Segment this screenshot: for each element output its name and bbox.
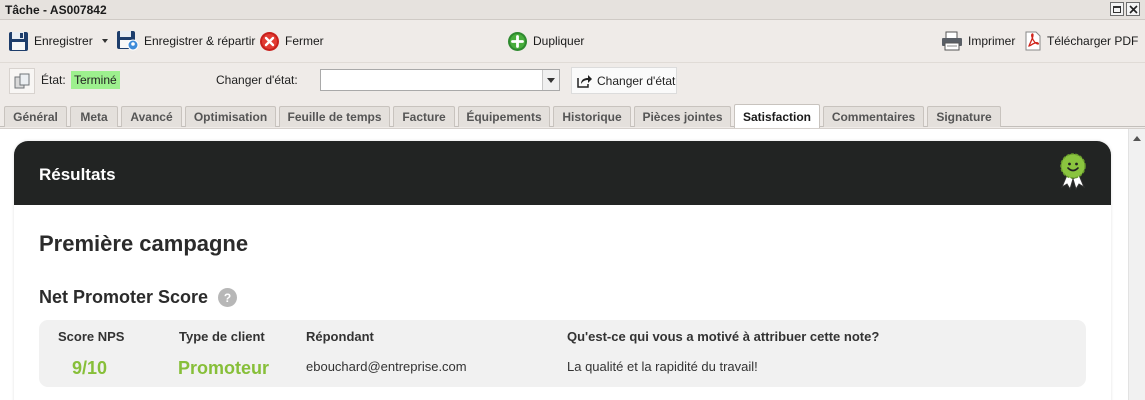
- print-label: Imprimer: [968, 34, 1016, 48]
- tab-pieces-jointes[interactable]: Pièces jointes: [634, 106, 731, 127]
- tab-avance[interactable]: Avancé: [121, 106, 182, 127]
- change-state-button[interactable]: Changer d'état: [571, 67, 677, 94]
- state-value-badge: Terminé: [71, 71, 120, 89]
- save-button[interactable]: Enregistrer: [8, 30, 108, 52]
- tab-historique[interactable]: Historique: [553, 106, 631, 127]
- tab-commentaires[interactable]: Commentaires: [823, 106, 924, 127]
- red-x-circle-icon: [260, 31, 279, 51]
- state-label: État:: [41, 73, 66, 87]
- status-action-button[interactable]: [9, 68, 35, 94]
- nps-results-table: Score NPS Type de client Répondant Qu'es…: [39, 320, 1086, 387]
- duplicate-label: Dupliquer: [533, 34, 585, 48]
- restore-icon: [1113, 5, 1121, 13]
- tab-label: Avancé: [130, 110, 173, 124]
- green-plus-circle-icon: [508, 31, 527, 51]
- share-arrow-icon: [577, 74, 592, 88]
- change-state-label: Changer d'état:: [216, 73, 298, 87]
- tab-optimisation[interactable]: Optimisation: [185, 106, 276, 127]
- select-arrow[interactable]: [542, 70, 559, 90]
- scroll-up-icon[interactable]: [1133, 136, 1141, 141]
- window-title: Tâche - AS007842: [5, 3, 107, 17]
- campaign-title: Première campagne: [39, 231, 249, 256]
- tab-label: Général: [13, 110, 58, 124]
- printer-icon: [942, 31, 962, 51]
- status-row: État: Terminé Changer d'état: Changer d'…: [0, 62, 1145, 98]
- change-state-select[interactable]: [320, 69, 560, 91]
- tab-signature[interactable]: Signature: [927, 106, 1001, 127]
- tab-label: Historique: [562, 110, 622, 124]
- chevron-down-icon[interactable]: [101, 39, 108, 43]
- tab-label: Équipements: [466, 110, 542, 124]
- smiley-award-icon: [1060, 153, 1086, 191]
- save-dispatch-button[interactable]: Enregistrer & répartir: [116, 30, 255, 52]
- save-label: Enregistrer: [34, 34, 93, 48]
- close-button[interactable]: Fermer: [259, 30, 324, 52]
- column-header-client-type: Type de client: [179, 329, 265, 344]
- print-button[interactable]: Imprimer: [941, 30, 1015, 52]
- help-icon[interactable]: ?: [218, 288, 238, 307]
- tab-label: Signature: [936, 110, 992, 124]
- pdf-button[interactable]: Télécharger PDF: [1024, 30, 1138, 52]
- tab-label: Commentaires: [831, 110, 916, 124]
- tab-label: Optimisation: [193, 110, 268, 124]
- tab-equipements[interactable]: Équipements: [458, 106, 550, 127]
- results-header: Résultats: [14, 141, 1111, 205]
- tab-label: Pièces jointes: [642, 110, 723, 124]
- close-label: Fermer: [285, 34, 324, 48]
- nps-score-value: 9/10: [72, 358, 108, 378]
- answer-value: La qualité et la rapidité du travail!: [567, 359, 758, 374]
- tab-feuille-de-temps[interactable]: Feuille de temps: [279, 106, 390, 127]
- save-dispatch-label: Enregistrer & répartir: [144, 34, 256, 48]
- client-type-value: Promoteur: [178, 358, 270, 378]
- tab-meta[interactable]: Meta: [70, 106, 118, 127]
- tab-label: Feuille de temps: [287, 110, 382, 124]
- column-header-respondent: Répondant: [306, 329, 374, 344]
- close-icon: [1128, 4, 1138, 14]
- pdf-label: Télécharger PDF: [1047, 34, 1139, 48]
- toolbar: Enregistrer Enregistrer & répartir Ferme…: [0, 21, 1145, 61]
- copy-state-icon: [14, 73, 30, 89]
- tab-label: Satisfaction: [742, 109, 811, 124]
- floppy-disk-icon: [9, 31, 28, 51]
- results-panel: Résultats Première campagne Net Promoter…: [14, 141, 1111, 400]
- results-title: Résultats: [39, 165, 116, 184]
- close-window-button[interactable]: [1126, 2, 1140, 16]
- column-header-question: Qu'est-ce qui vous a motivé à attribuer …: [567, 329, 880, 344]
- respondent-value: ebouchard@entreprise.com: [306, 359, 467, 374]
- content-area: Résultats Première campagne Net Promoter…: [0, 128, 1145, 400]
- window-titlebar: Tâche - AS007842: [0, 0, 1145, 20]
- restore-button[interactable]: [1110, 2, 1124, 16]
- tab-general[interactable]: Général: [4, 106, 67, 127]
- change-state-button-label: Changer d'état: [597, 73, 676, 88]
- column-header-score: Score NPS: [58, 329, 125, 344]
- pdf-icon: [1025, 31, 1041, 51]
- tab-label: Meta: [80, 110, 108, 124]
- tab-satisfaction[interactable]: Satisfaction: [734, 104, 820, 128]
- nps-heading: Net Promoter Score ?: [39, 287, 238, 308]
- tab-bar: Général Meta Avancé Optimisation Feuille…: [0, 104, 1145, 128]
- nps-title: Net Promoter Score: [39, 287, 209, 307]
- tab-label: Facture: [402, 110, 446, 124]
- duplicate-button[interactable]: Dupliquer: [507, 30, 584, 52]
- tab-facture[interactable]: Facture: [393, 106, 455, 127]
- chevron-down-icon: [547, 77, 555, 83]
- floppy-user-icon: [117, 31, 139, 51]
- vertical-scrollbar[interactable]: [1128, 129, 1145, 400]
